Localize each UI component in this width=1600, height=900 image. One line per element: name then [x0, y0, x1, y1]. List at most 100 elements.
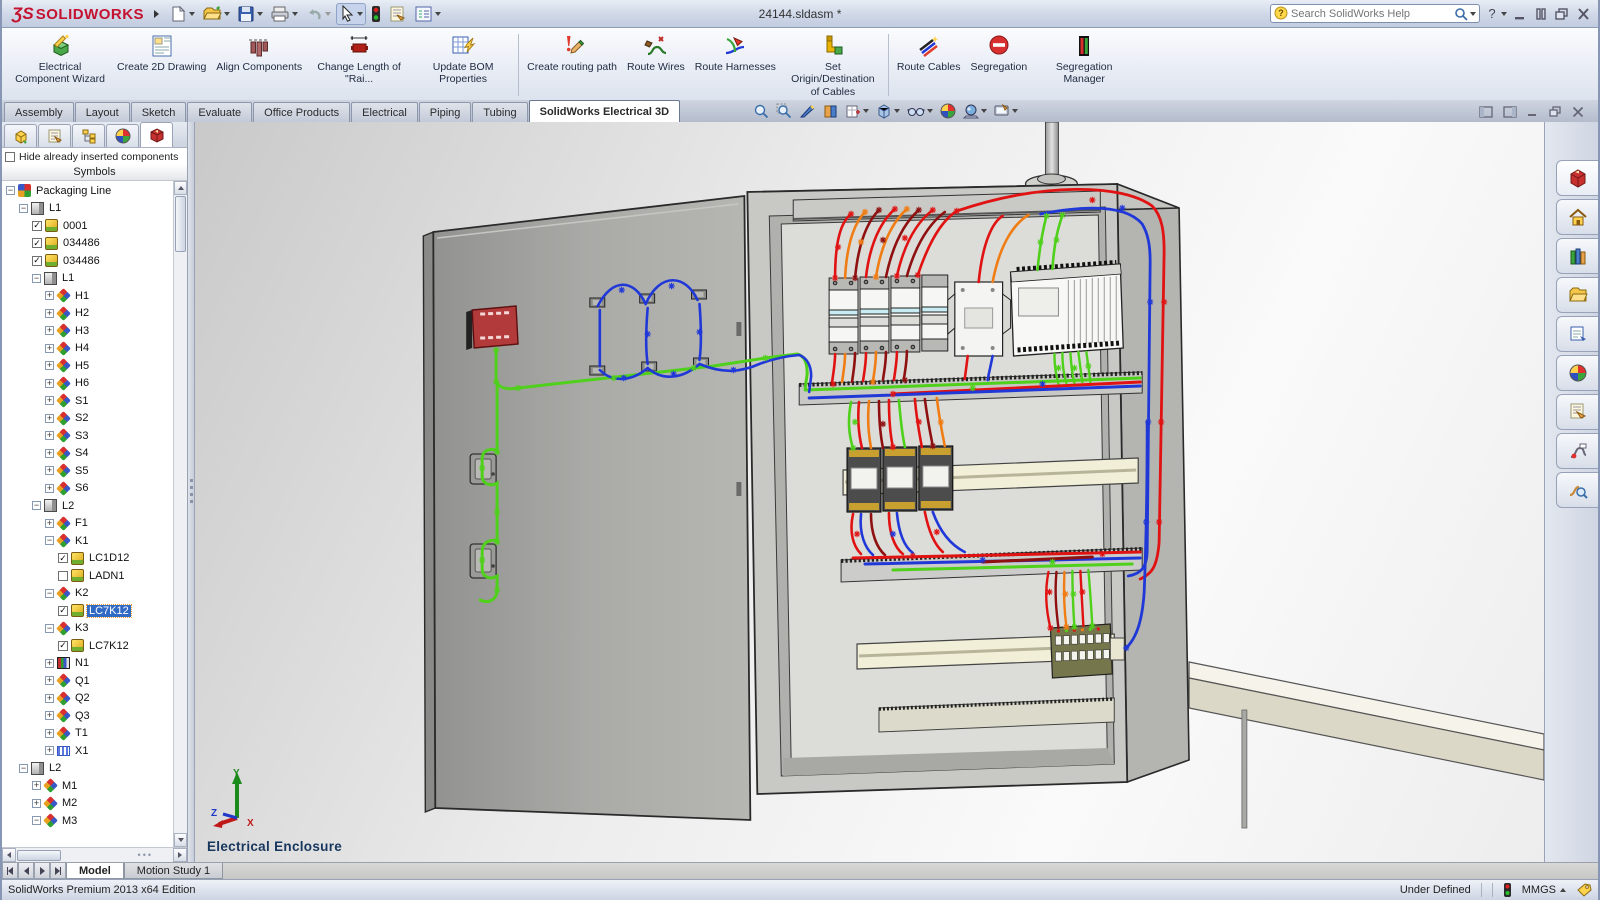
status-traffic-light-icon[interactable] — [1503, 882, 1512, 898]
tree-item-h6[interactable]: H6 — [2, 375, 173, 393]
expander-plus-icon[interactable] — [45, 519, 54, 528]
graphics-viewport[interactable]: Y X Z Electrical Enclosure — [195, 122, 1544, 862]
tree-item-h1[interactable]: H1 — [2, 287, 173, 305]
electrical-component-wizard-button[interactable]: Electrical Component Wizard — [8, 30, 112, 100]
restore-icon[interactable] — [1555, 8, 1569, 20]
tree-item-m3[interactable]: M3 — [2, 812, 173, 830]
mounting-rod[interactable] — [1026, 122, 1078, 193]
motion-study-tab[interactable]: Motion Study 1 — [124, 863, 223, 879]
display-style-button[interactable] — [876, 103, 900, 119]
expander-plus-icon[interactable] — [45, 431, 54, 440]
expander-plus-icon[interactable] — [45, 291, 54, 300]
scroll-thumb[interactable] — [175, 196, 186, 252]
circuit-breakers[interactable] — [829, 275, 948, 354]
task-tab-solidworks-electrical[interactable] — [1556, 160, 1598, 196]
expander-plus-icon[interactable] — [45, 449, 54, 458]
tab-solidworks-electrical-3d[interactable]: SolidWorks Electrical 3D — [529, 100, 680, 122]
expander-plus-icon[interactable] — [45, 466, 54, 475]
expander-plus-icon[interactable] — [32, 799, 41, 808]
zoom-to-fit-button[interactable] — [753, 103, 769, 119]
expander-minus-icon[interactable] — [19, 204, 28, 213]
tab-assembly[interactable]: Assembly — [4, 102, 74, 122]
tree-item-lc7k12[interactable]: LC7K12 — [2, 637, 173, 655]
tree-item-h5[interactable]: H5 — [2, 357, 173, 375]
tree-item-x1[interactable]: X1 — [2, 742, 173, 760]
tree-item-lc1d12[interactable]: LC1D12 — [2, 550, 173, 568]
task-tab-home[interactable] — [1556, 199, 1598, 235]
first-tab-button[interactable] — [2, 863, 18, 879]
expander-plus-icon[interactable] — [45, 484, 54, 493]
search-icon[interactable] — [1454, 7, 1468, 21]
tree-item-l1[interactable]: L1 — [2, 200, 173, 218]
pane-right-icon[interactable] — [1503, 106, 1517, 118]
panel-tab-features[interactable] — [4, 124, 37, 147]
search-input[interactable] — [1289, 7, 1454, 21]
doc-restore-icon[interactable] — [1549, 106, 1562, 118]
edit-appearance-button[interactable] — [940, 103, 956, 119]
create-2d-drawing-button[interactable]: Create 2D Drawing — [112, 30, 211, 100]
scroll-down-arrow[interactable] — [174, 833, 187, 847]
route-cables-button[interactable]: Route Cables — [892, 30, 966, 100]
tab-office-products[interactable]: Office Products — [253, 102, 350, 122]
tree-item-packaging-line[interactable]: Packaging Line — [2, 182, 173, 200]
tree-item-k2[interactable]: K2 — [2, 585, 173, 603]
help-search-box[interactable]: ? — [1270, 4, 1480, 23]
tree-item-n1[interactable]: N1 — [2, 655, 173, 673]
view-orientation-button[interactable] — [845, 103, 869, 119]
segregation-button[interactable]: Segregation — [966, 30, 1033, 100]
checkbox-checked[interactable] — [58, 606, 68, 616]
scroll-up-arrow[interactable] — [174, 181, 187, 195]
panel-tab-properties[interactable] — [38, 124, 71, 147]
segregation-manager-button[interactable]: Segregation Manager — [1032, 30, 1136, 100]
expander-plus-icon[interactable] — [45, 379, 54, 388]
hide-show-items-button[interactable] — [907, 103, 933, 119]
tab-tubing[interactable]: Tubing — [472, 102, 527, 122]
expander-plus-icon[interactable] — [45, 361, 54, 370]
task-tab-route-analysis[interactable] — [1556, 472, 1598, 508]
expander-plus-icon[interactable] — [45, 711, 54, 720]
doc-close-icon[interactable] — [1572, 106, 1584, 118]
tree-item-034486[interactable]: 034486 — [2, 252, 173, 270]
tag-icon[interactable] — [1576, 882, 1592, 898]
zoom-to-area-button[interactable] — [776, 103, 792, 119]
expander-plus-icon[interactable] — [45, 414, 54, 423]
tab-sketch[interactable]: Sketch — [131, 102, 187, 122]
new-document-button[interactable] — [167, 3, 197, 25]
checkbox-checked[interactable] — [32, 256, 42, 266]
scroll-left-arrow[interactable] — [2, 848, 16, 862]
expander-plus-icon[interactable] — [32, 781, 41, 790]
tab-piping[interactable]: Piping — [419, 102, 472, 122]
model-tab[interactable]: Model — [66, 863, 124, 879]
prev-tab-button[interactable] — [18, 863, 34, 879]
section-view-button[interactable] — [822, 103, 838, 119]
tree-item-q2[interactable]: Q2 — [2, 690, 173, 708]
select-tool-button[interactable] — [336, 3, 366, 25]
task-tab-design-library[interactable] — [1556, 238, 1598, 274]
task-tab-file-explorer[interactable] — [1556, 277, 1598, 313]
scroll-right-arrow[interactable] — [173, 848, 187, 862]
tree-item-0001[interactable]: 0001 — [2, 217, 173, 235]
last-tab-button[interactable] — [50, 863, 66, 879]
plc-module[interactable] — [1011, 262, 1124, 356]
tree-item-q1[interactable]: Q1 — [2, 672, 173, 690]
tree-item-m2[interactable]: M2 — [2, 795, 173, 813]
k-contactors[interactable] — [847, 446, 953, 512]
tree-item-k3[interactable]: K3 — [2, 620, 173, 638]
expander-minus-icon[interactable] — [32, 274, 41, 283]
tree-item-ladn1[interactable]: LADN1 — [2, 567, 173, 585]
tree-vertical-scrollbar[interactable] — [173, 181, 187, 847]
route-harnesses-button[interactable]: Route Harnesses — [690, 30, 781, 100]
view-settings-button[interactable] — [994, 103, 1018, 119]
close-icon[interactable] — [1577, 8, 1590, 20]
tree-item-s5[interactable]: S5 — [2, 462, 173, 480]
expander-plus-icon[interactable] — [45, 326, 54, 335]
options-button[interactable] — [412, 3, 443, 25]
tree-item-h3[interactable]: H3 — [2, 322, 173, 340]
expander-minus-icon[interactable] — [45, 589, 54, 598]
create-routing-path-button[interactable]: Create routing path — [522, 30, 622, 100]
panel-splitter[interactable] — [188, 122, 195, 862]
open-button[interactable] — [200, 3, 232, 25]
menu-flyout-arrow-icon[interactable] — [154, 10, 159, 18]
panel-tab-configurations[interactable] — [72, 124, 105, 147]
expander-plus-icon[interactable] — [45, 309, 54, 318]
